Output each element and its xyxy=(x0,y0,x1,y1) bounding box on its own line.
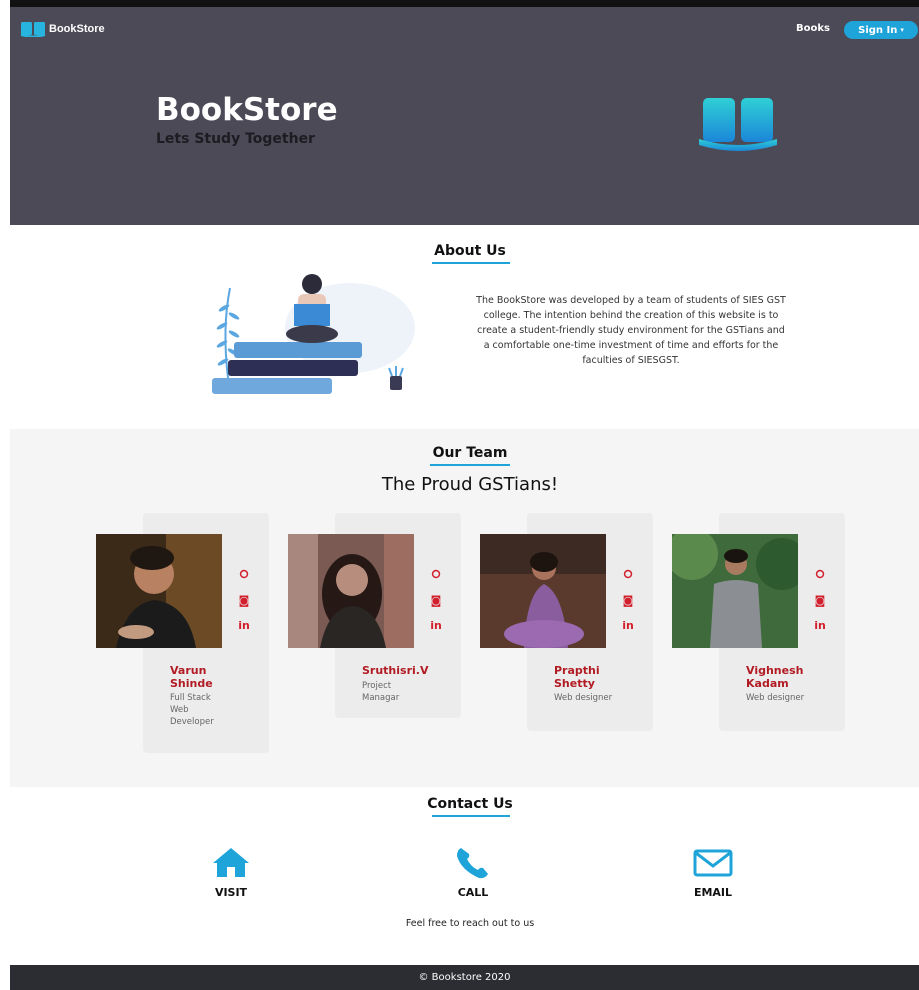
contact-call-label: CALL xyxy=(457,886,489,899)
hero-title: BookStore xyxy=(156,92,338,128)
member-role: Web designer xyxy=(554,693,613,703)
nav-books-link[interactable]: Books xyxy=(796,23,830,34)
hero-tagline: Lets Study Together xyxy=(156,131,315,147)
contact-email[interactable] xyxy=(673,848,753,882)
contact-visit[interactable] xyxy=(191,846,271,882)
github-icon[interactable]: ⭘ xyxy=(237,568,251,582)
hero-section: BookStore Books Sign In ▾ BookStore Lets… xyxy=(10,7,919,225)
linkedin-icon[interactable]: in xyxy=(621,619,635,632)
team-heading-underline xyxy=(430,464,510,466)
linkedin-icon[interactable]: in xyxy=(813,619,827,632)
reading-girl-illustration xyxy=(212,274,415,394)
contact-note: Feel free to reach out to us xyxy=(405,918,535,929)
instagram-icon[interactable]: ◙ xyxy=(429,594,443,607)
member-name: Prapthi Shetty xyxy=(554,664,600,690)
about-heading: About Us xyxy=(434,243,506,259)
member-photo xyxy=(480,534,606,648)
member-photo xyxy=(288,534,414,648)
instagram-icon[interactable]: ◙ xyxy=(237,594,251,607)
github-icon[interactable]: ⭘ xyxy=(813,568,827,582)
left-edge xyxy=(0,0,10,990)
member-photo xyxy=(672,534,798,648)
instagram-icon[interactable]: ◙ xyxy=(621,594,635,607)
contact-heading-underline xyxy=(432,815,510,817)
top-strip xyxy=(0,0,919,7)
github-icon[interactable]: ⭘ xyxy=(621,568,635,582)
member-role: Project Managar xyxy=(362,681,400,703)
contact-visit-label: VISIT xyxy=(214,886,248,899)
footer-copyright: © Bookstore 2020 xyxy=(418,972,511,983)
home-icon xyxy=(213,848,249,877)
about-heading-underline xyxy=(432,262,510,264)
linkedin-icon[interactable]: in xyxy=(429,619,443,632)
team-subheading: The Proud GSTians! xyxy=(381,474,559,495)
envelope-icon xyxy=(693,849,733,877)
book-logo-icon xyxy=(20,22,46,37)
brand-link[interactable]: BookStore xyxy=(20,21,105,37)
github-icon[interactable]: ⭘ xyxy=(429,568,443,582)
team-heading: Our Team xyxy=(432,445,508,461)
contact-email-label: EMAIL xyxy=(693,886,733,899)
signin-label: Sign In xyxy=(858,24,898,36)
member-name: Varun Shinde xyxy=(170,664,213,690)
member-photo xyxy=(96,534,222,648)
contact-call[interactable] xyxy=(433,846,513,884)
member-role: Web designer xyxy=(746,693,805,703)
member-role: Full Stack Web Developer xyxy=(170,693,214,727)
phone-icon xyxy=(457,848,488,879)
chevron-down-icon: ▾ xyxy=(900,26,904,34)
member-name: Vighnesh Kadam xyxy=(746,664,804,690)
brand-name: BookStore xyxy=(49,23,105,35)
navbar: BookStore Books Sign In ▾ xyxy=(10,7,919,51)
about-body-text: The BookStore was developed by a team of… xyxy=(476,295,786,366)
contact-heading: Contact Us xyxy=(427,796,513,812)
footer: © Bookstore 2020 xyxy=(10,965,919,990)
member-name: Sruthisri.V xyxy=(362,664,429,677)
open-book-icon xyxy=(699,98,777,151)
signin-button[interactable]: Sign In ▾ xyxy=(844,21,918,39)
instagram-icon[interactable]: ◙ xyxy=(813,594,827,607)
linkedin-icon[interactable]: in xyxy=(237,619,251,632)
